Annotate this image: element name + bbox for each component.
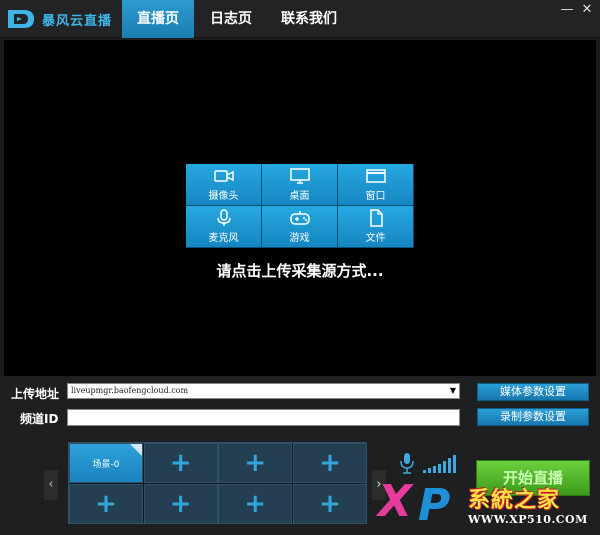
plus-icon: + — [169, 489, 192, 519]
add-scene-button[interactable]: + — [292, 484, 367, 524]
microphone-icon — [216, 209, 231, 226]
scene-corner-marker — [130, 444, 142, 456]
scene-name: 场景-0 — [92, 459, 120, 470]
plus-icon: + — [244, 448, 267, 478]
scene-prev-button[interactable]: ‹ — [44, 470, 58, 500]
close-button[interactable]: ✕ — [578, 2, 596, 18]
watermark-x: X — [378, 476, 412, 527]
plus-icon: + — [244, 489, 267, 519]
site-watermark: X P 系統之家 WWW.XP510.COM — [372, 478, 600, 535]
scene-tile-active[interactable]: 场景-0 — [69, 443, 143, 483]
camera-icon — [213, 170, 234, 182]
file-icon — [369, 209, 383, 227]
source-file-button[interactable]: 文件 — [338, 206, 413, 247]
add-scene-button[interactable]: + — [143, 484, 218, 524]
upload-address-value: liveupmgr.baofengcloud.com — [71, 386, 189, 395]
source-game-button[interactable]: 游戏 — [262, 206, 337, 247]
microphone-icon[interactable] — [400, 452, 414, 474]
source-label: 麦克风 — [208, 233, 239, 244]
tab-log[interactable]: 日志页 — [198, 0, 264, 38]
title-bar: 暴风云直播 直播页 日志页 联系我们 — ✕ — [0, 0, 600, 38]
scene-grid: 场景-0 + + + + + + + — [68, 442, 367, 524]
watermark-url: WWW.XP510.COM — [468, 513, 588, 526]
add-scene-button[interactable]: + — [143, 443, 218, 483]
audio-level-icon — [423, 455, 456, 473]
logo-icon — [8, 10, 34, 28]
minimize-button[interactable]: — — [558, 2, 576, 18]
tab-live[interactable]: 直播页 — [122, 0, 194, 38]
source-label: 文件 — [365, 233, 386, 244]
add-scene-button[interactable]: + — [69, 484, 143, 524]
app-title: 暴风云直播 — [42, 13, 113, 29]
monitor-icon — [289, 168, 310, 184]
source-desktop-button[interactable]: 桌面 — [262, 164, 337, 205]
channel-id-label: 频道ID — [20, 412, 59, 426]
source-label: 游戏 — [289, 233, 310, 244]
window-icon — [365, 169, 386, 183]
source-camera-button[interactable]: 摄像头 — [186, 164, 261, 205]
upload-address-label: 上传地址 — [11, 387, 60, 401]
add-scene-button[interactable]: + — [292, 443, 367, 483]
source-label: 摄像头 — [208, 191, 239, 202]
plus-icon: + — [95, 489, 117, 519]
add-scene-button[interactable]: + — [218, 443, 293, 483]
source-window-button[interactable]: 窗口 — [338, 164, 413, 205]
record-settings-button[interactable]: 录制参数设置 — [477, 408, 589, 426]
plus-icon: + — [169, 448, 192, 478]
upload-address-select[interactable]: liveupmgr.baofengcloud.com ▼ — [67, 383, 460, 399]
source-label: 窗口 — [365, 191, 386, 202]
preview-area: 摄像头 桌面 窗口 麦克风 游戏 文件 请点击上传采集源方式... — [4, 40, 596, 376]
dropdown-arrow-icon[interactable]: ▼ — [450, 384, 456, 398]
watermark-p: P — [418, 480, 451, 531]
media-settings-button[interactable]: 媒体参数设置 — [477, 383, 589, 401]
channel-id-input[interactable] — [67, 409, 460, 426]
preview-hint: 请点击上传采集源方式... — [216, 262, 384, 280]
plus-icon: + — [319, 448, 341, 478]
add-scene-button[interactable]: + — [218, 484, 293, 524]
source-microphone-button[interactable]: 麦克风 — [186, 206, 261, 247]
source-selector: 摄像头 桌面 窗口 麦克风 游戏 文件 — [186, 164, 414, 248]
tab-contact[interactable]: 联系我们 — [268, 0, 350, 38]
gamepad-icon — [289, 211, 310, 225]
plus-icon: + — [319, 489, 341, 519]
watermark-title: 系統之家 — [468, 488, 561, 513]
source-label: 桌面 — [289, 191, 310, 202]
app-logo: 暴风云直播 — [6, 6, 112, 32]
